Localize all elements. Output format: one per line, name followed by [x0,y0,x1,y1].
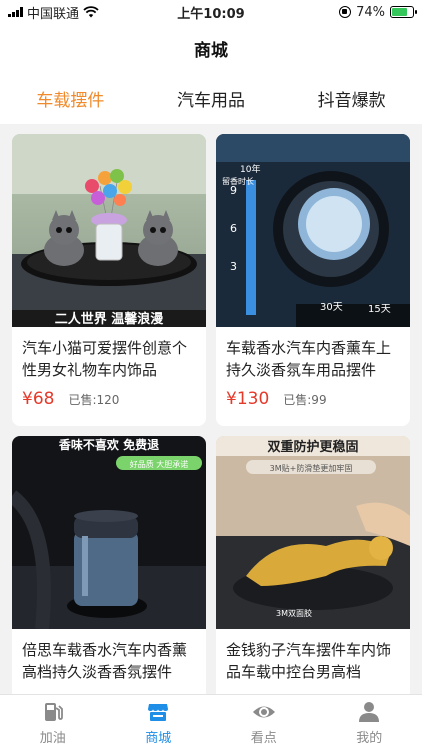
battery-icon [390,6,417,18]
chart-xlabel: 30天 [320,302,343,313]
cat-ornament-illustration: 二人世界 温馨浪漫 [12,134,206,327]
carrier-name: 中国联通 [27,6,80,22]
chart-tick: 9 [230,184,237,197]
battery-level [392,8,407,16]
product-title: 汽车小猫可爱摆件创意个性男女礼物车内饰品 [22,339,188,379]
tabbar-item-profile[interactable]: 我的 [317,695,422,750]
battery-percent: 74% [356,4,385,20]
product-sold: 已售:99 [283,393,327,407]
tab-car-supplies[interactable]: 汽车用品 [141,86,282,111]
eye-icon [252,706,275,717]
product-price: ¥130 [226,389,270,409]
product-title: 金钱豹子汽车摆件车内饰品车载中控台男高档 [226,641,392,681]
image-subheadline: 3M贴+防滑垫更加牢固 [270,463,353,473]
product-card[interactable]: 留香时长 10年 9 6 3 30天 15天 车载香水汽车内香薰车上持久淡香氛车… [216,134,410,426]
product-card[interactable]: 二人世界 温馨浪漫 汽车小猫可爱摆件创意个性男女礼物车内饰品 ¥68 已售:12… [12,134,206,426]
image-headline: 香味不喜欢 免费退 [58,437,159,452]
chart-ylabel: 留香时长 [222,176,254,186]
tabbar-label: 商城 [145,730,172,746]
store-icon [148,703,169,721]
vent-fragrance-illustration: 留香时长 10年 9 6 3 30天 15天 [216,134,410,327]
product-meta: ¥68 已售:120 [12,381,206,409]
image-caption: 二人世界 温馨浪漫 [55,311,164,327]
rotation-lock-icon [339,6,352,18]
tabbar-item-watch[interactable]: 看点 [211,695,317,750]
chart-tick: 6 [230,222,237,235]
status-bar: 中国联通 上午10:09 74% [0,0,422,24]
product-card[interactable]: 双重防护更稳固 3M贴+防滑垫更加牢固 3M双面胶 金钱豹子汽车摆件车内饰品车载… [216,436,410,694]
chart-top-label: 10年 [240,163,260,175]
status-right: 74% [339,4,417,20]
person-icon [359,701,380,722]
image-headline: 双重防护更稳固 [267,439,358,455]
product-grid: 二人世界 温馨浪漫 汽车小猫可爱摆件创意个性男女礼物车内饰品 ¥68 已售:12… [0,124,422,694]
tabbar-item-refuel[interactable]: 加油 [0,695,106,750]
image-badge: 好品质 大胆承诺 [130,459,189,469]
tabbar-label: 看点 [250,730,277,746]
product-image-vent-fragrance: 留香时长 10年 9 6 3 30天 15天 [216,134,410,327]
bottom-tabbar: 加油 商城 看点 我的 [0,694,422,750]
product-price: ¥68 [22,389,55,409]
tabbar-label: 加油 [39,730,66,746]
header: 商城 [0,24,422,72]
product-image-cup-fragrance: 香味不喜欢 免费退 好品质 大胆承诺 [12,436,206,629]
tabbar-item-store[interactable]: 商城 [106,695,212,750]
product-image-leopard-ornament: 双重防护更稳固 3M贴+防滑垫更加牢固 3M双面胶 [216,436,410,629]
chart-xlabel: 15天 [368,304,391,315]
status-left: 中国联通 [8,3,99,22]
product-image-cat-ornament: 二人世界 温馨浪漫 [12,134,206,327]
tabbar-label: 我的 [356,730,383,746]
product-sold: 已售:120 [68,393,120,407]
product-meta: ¥130 已售:99 [216,381,410,409]
leopard-ornament-illustration: 双重防护更稳固 3M贴+防滑垫更加牢固 3M双面胶 [216,436,410,629]
cup-fragrance-illustration: 香味不喜欢 免费退 好品质 大胆承诺 [12,436,206,629]
page-title: 商城 [194,40,228,61]
product-title: 车载香水汽车内香薰车上持久淡香氛车用品摆件 [226,339,392,379]
fuel-pump-icon [44,702,63,721]
image-caption: 3M双面胶 [276,608,312,618]
signal-strength-icon [8,7,23,17]
product-card[interactable]: 香味不喜欢 免费退 好品质 大胆承诺 倍思车载香水汽车内香薰高档持久淡香香氛摆件 [12,436,206,694]
tab-douyin-hits[interactable]: 抖音爆款 [281,86,422,111]
tab-car-ornaments[interactable]: 车载摆件 [0,86,141,111]
chart-tick: 3 [230,260,237,273]
category-tabs: 车载摆件 汽车用品 抖音爆款 [0,72,422,124]
wifi-icon [83,6,99,18]
product-title: 倍思车载香水汽车内香薰高档持久淡香香氛摆件 [22,641,188,681]
